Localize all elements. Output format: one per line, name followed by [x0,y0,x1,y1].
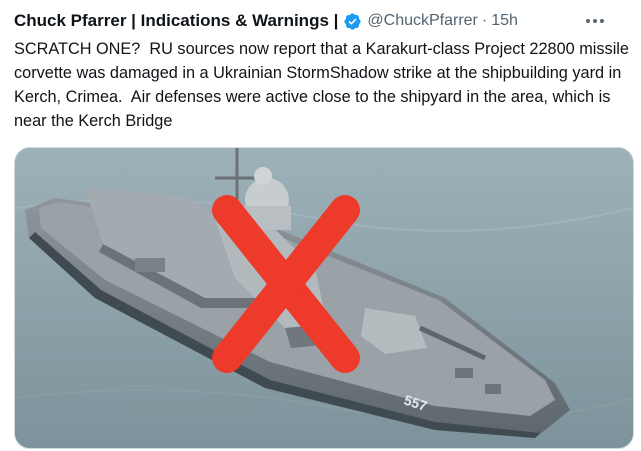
tweet-text: SCRATCH ONE? RU sources now report that … [14,40,634,130]
tweet-image[interactable]: 557 [14,147,634,449]
more-options-icon[interactable] [584,11,606,31]
tweet-header: Chuck Pfarrer | Indications & Warnings |… [14,9,624,33]
timestamp[interactable]: 15h [491,12,518,30]
separator-dot: · [481,12,488,29]
display-name[interactable]: Chuck Pfarrer | Indications & Warnings | [14,11,338,31]
ship-photo: 557 [15,148,633,448]
more-dot [593,19,597,23]
more-dot [600,19,604,23]
more-dot [586,19,590,23]
verified-badge-icon[interactable] [343,12,362,31]
user-handle[interactable]: @ChuckPfarrer [367,12,478,30]
